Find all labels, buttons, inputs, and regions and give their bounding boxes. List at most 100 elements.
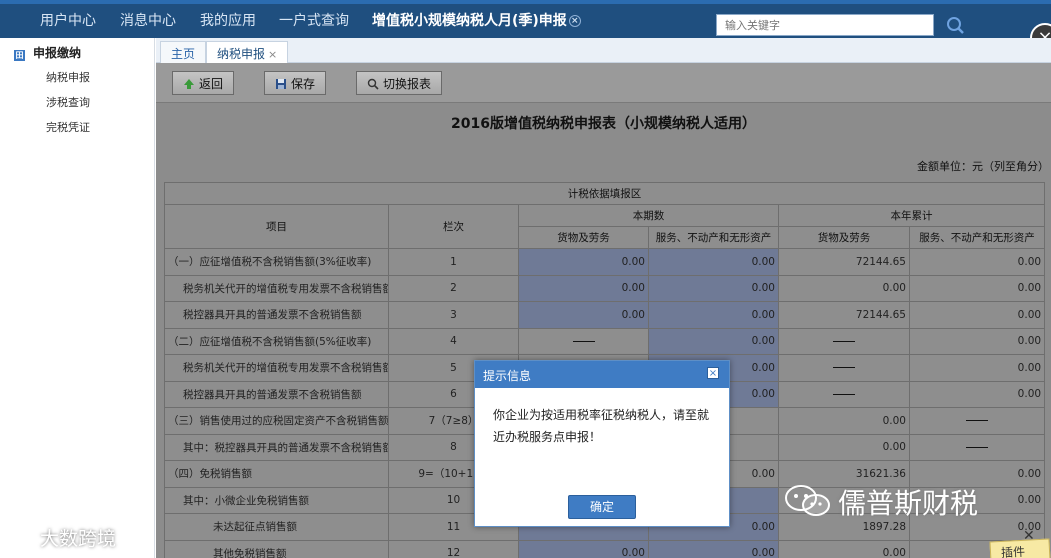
plugin-tab[interactable]: 插件 xyxy=(989,538,1051,558)
row-label: 其中：小微企业免税销售额 xyxy=(164,486,389,514)
search-button[interactable] xyxy=(942,12,968,38)
row-label: 其他免税销售额 xyxy=(164,539,389,558)
grid-icon: 田 xyxy=(14,50,25,61)
amount-cell: 0.00 xyxy=(908,301,1046,329)
switch-report-button[interactable]: 切换报表 xyxy=(356,71,443,95)
dash-cell xyxy=(778,380,910,408)
amount-input[interactable]: 0.00 xyxy=(518,539,649,558)
row-label: 未达起征点销售额 xyxy=(164,513,389,541)
search-input[interactable] xyxy=(716,14,934,36)
amount-input[interactable]: 0.00 xyxy=(648,248,779,276)
col-header-goods: 货物及劳务 xyxy=(518,226,649,249)
amount-cell: 0.00 xyxy=(908,354,1046,382)
amount-cell: 0.00 xyxy=(908,274,1046,302)
watermark-right: 儒普斯财税 xyxy=(782,482,978,522)
back-button-label: 返回 xyxy=(199,77,224,91)
tab-home[interactable]: 主页 xyxy=(160,41,207,63)
amount-unit-label: 金额单位：元（列至角分） xyxy=(917,160,1049,173)
dash-cell xyxy=(908,433,1046,461)
row-label: （四）免税销售额 xyxy=(164,460,389,488)
tab-tax-declaration-label: 纳税申报 xyxy=(217,47,266,61)
col-header-item: 项目 xyxy=(164,204,389,249)
sidebar: 田申报缴纳 纳税申报 涉税查询 完税凭证 xyxy=(0,38,155,558)
col-header-services: 服务、不动产和无形资产 xyxy=(648,226,779,249)
row-line: 4 xyxy=(388,327,519,355)
arrow-up-icon xyxy=(184,79,194,89)
section-header: 计税依据填报区 xyxy=(163,182,1046,205)
amount-input[interactable]: 0.00 xyxy=(648,274,779,302)
sidebar-item-tax-query[interactable]: 涉税查询 xyxy=(46,94,90,110)
amount-cell: 0.00 xyxy=(778,539,910,558)
table-row: （一）应征增值税不含税销售额(3%征收率) 1 0.00 0.00 72144.… xyxy=(164,248,1046,276)
amount-cell: 0.00 xyxy=(908,327,1046,355)
magnifier-icon xyxy=(367,78,379,90)
confirm-button[interactable]: 确定 xyxy=(568,495,636,519)
wechat-icon xyxy=(785,485,830,516)
col-header-goods-ytd: 货物及劳务 xyxy=(778,226,910,249)
nav-message-center[interactable]: 消息中心 xyxy=(120,10,176,30)
row-label: （三）销售使用过的应税固定资产不含税销售额 xyxy=(164,407,389,435)
row-label: 税务机关代开的增值税专用发票不含税销售额 xyxy=(164,274,389,302)
tab-bar: 主页 纳税申报 × xyxy=(156,38,1051,63)
nav-vat-declaration-label: 增值税小规模纳税人月(季)申报 xyxy=(372,13,567,29)
sidebar-head-label: 申报缴纳 xyxy=(33,46,82,60)
close-icon[interactable]: × xyxy=(568,15,581,27)
nav-household-query[interactable]: 一户式查询 xyxy=(279,10,349,30)
amount-cell: 0.00 xyxy=(908,380,1046,408)
dash-mark xyxy=(833,393,855,395)
col-header-services-ytd: 服务、不动产和无形资产 xyxy=(908,226,1046,249)
dash-mark xyxy=(966,446,989,448)
table-row: 其他免税销售额 12 0.00 0.00 0.00 0.00 xyxy=(164,539,1046,558)
amount-input[interactable]: 0.00 xyxy=(648,301,779,329)
tab-close-icon[interactable]: × xyxy=(268,48,277,61)
amount-cell: 72144.65 xyxy=(778,248,910,276)
row-line: 2 xyxy=(388,274,519,302)
nav-vat-declaration[interactable]: 增值税小规模纳税人月(季)申报 × xyxy=(372,10,581,30)
floppy-disk-icon xyxy=(276,79,286,89)
table-row: 税务机关代开的增值税专用发票不含税销售额 2 0.00 0.00 0.00 0.… xyxy=(164,274,1046,302)
amount-cell: 72144.65 xyxy=(778,301,910,329)
row-line: 1 xyxy=(388,248,519,276)
dialog-title: 提示信息 xyxy=(483,369,532,383)
tab-tax-declaration[interactable]: 纳税申报 × xyxy=(206,41,289,63)
toolbar: 返回 保存 切换报表 xyxy=(156,63,1051,103)
row-line: 12 xyxy=(388,539,519,558)
sidebar-head[interactable]: 田申报缴纳 xyxy=(14,44,81,61)
amount-cell: 0.00 xyxy=(778,274,910,302)
row-line: 3 xyxy=(388,301,519,329)
sidebar-item-tax-certificate[interactable]: 完税凭证 xyxy=(46,119,90,135)
amount-input[interactable]: 0.00 xyxy=(648,327,779,355)
watermark-right-text: 儒普斯财税 xyxy=(838,487,979,520)
col-header-line: 栏次 xyxy=(388,204,519,249)
dialog-header: 提示信息 × xyxy=(475,361,729,388)
table-row: （二）应征增值税不含税销售额(5%征收率) 4 0.00 0.00 xyxy=(164,327,1046,355)
dialog-close-icon[interactable]: × xyxy=(707,367,719,379)
amount-input[interactable]: 0.00 xyxy=(518,248,649,276)
back-button[interactable]: 返回 xyxy=(172,71,235,95)
dash-cell xyxy=(778,327,910,355)
dash-cell xyxy=(518,327,649,355)
dash-mark xyxy=(966,420,989,422)
save-button[interactable]: 保存 xyxy=(264,71,327,95)
table-row: 税控器具开具的普通发票不含税销售额 3 0.00 0.00 72144.65 0… xyxy=(164,301,1046,329)
watermark-left: 大数跨境 xyxy=(6,524,116,551)
search-icon xyxy=(947,17,964,34)
dialog-message: 你企业为按适用税率征税纳税人，请至就近办税服务点申报！ xyxy=(493,408,710,444)
col-header-current: 本期数 xyxy=(518,204,779,227)
col-header-ytd: 本年累计 xyxy=(777,204,1046,227)
amount-input[interactable]: 0.00 xyxy=(518,274,649,302)
row-label: （二）应征增值税不含税销售额(5%征收率) xyxy=(164,327,389,355)
dash-mark xyxy=(833,340,855,342)
amount-input[interactable]: 0.00 xyxy=(648,539,779,558)
sidebar-item-tax-declaration[interactable]: 纳税申报 xyxy=(46,69,90,85)
save-button-label: 保存 xyxy=(291,77,316,91)
amount-input[interactable]: 0.00 xyxy=(518,301,649,329)
page-title: 2016版增值税纳税申报表（小规模纳税人适用） xyxy=(451,116,756,132)
watermark-logo-icon xyxy=(8,531,37,547)
row-label: 税务机关代开的增值税专用发票不含税销售额 xyxy=(164,354,389,382)
amount-cell: 0.00 xyxy=(908,248,1046,276)
nav-my-apps[interactable]: 我的应用 xyxy=(200,10,256,30)
top-nav-bar: 用户中心 消息中心 我的应用 一户式查询 增值税小规模纳税人月(季)申报 × xyxy=(0,0,1051,38)
row-label: 其中：税控器具开具的普通发票不含税销售额 xyxy=(164,433,389,461)
nav-user-center[interactable]: 用户中心 xyxy=(40,10,96,30)
